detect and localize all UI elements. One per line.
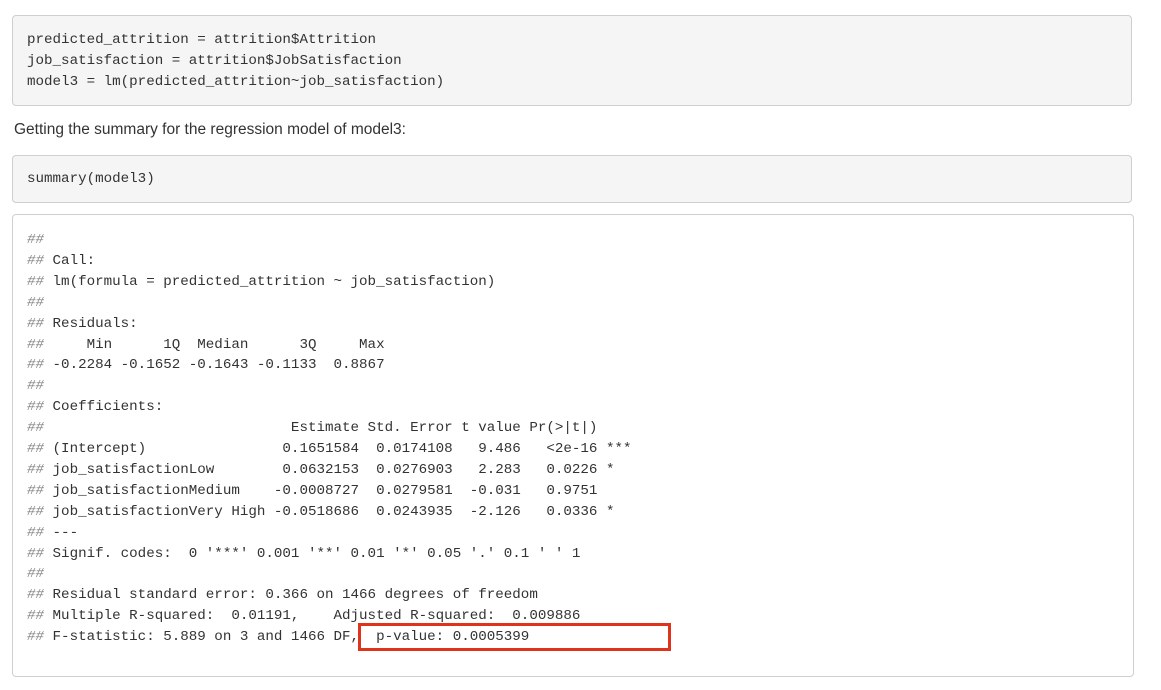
output-comment-prefix: ##	[27, 336, 45, 353]
output-comment-prefix: ##	[27, 441, 45, 457]
output-line-text: (Intercept) 0.1651584 0.0174108 9.486 <2…	[44, 441, 632, 457]
output-line: ##	[27, 230, 44, 250]
output-line-text: Min 1Q Median 3Q Max	[44, 336, 394, 353]
output-line: ## job_satisfactionMedium -0.0008727 0.0…	[27, 481, 632, 501]
output-comment-prefix: ##	[27, 587, 45, 604]
notebook-page: predicted_attrition = attrition$Attritio…	[0, 0, 1161, 690]
output-line-text: Multiple R-squared: 0.01191, Adjusted R-…	[44, 608, 589, 625]
output-comment-prefix: ##	[27, 461, 45, 478]
output-line: ## job_satisfactionLow 0.0632153 0.02769…	[27, 460, 632, 480]
regression-output-block: ## ## Call: ## lm(formula = predicted_attr…	[12, 214, 1134, 677]
output-line: ## Residual standard error: 0.366 on 146…	[27, 585, 538, 605]
output-line-text: job_satisfactionVery High -0.0518686 0.0…	[44, 503, 632, 520]
output-line: ## Coefficients:	[27, 397, 163, 417]
output-line-text: Residuals:	[44, 315, 138, 332]
output-line-text: -0.2284 -0.1652 -0.1643 -0.1133 0.8867	[44, 357, 394, 374]
code-block-summary[interactable]: summary(model3)	[12, 155, 1132, 203]
output-comment-prefix: ##	[27, 252, 45, 269]
output-comment-prefix: ##	[27, 482, 45, 499]
code-line: summary(model3)	[27, 171, 155, 187]
output-line-text: lm(formula = predicted_attrition ~ job_s…	[44, 273, 496, 290]
output-comment-prefix: ##	[27, 545, 45, 562]
output-line-text: Residual standard error: 0.366 on 1466 d…	[44, 587, 538, 604]
output-line-text: job_satisfactionLow 0.0632153 0.0276903 …	[44, 461, 632, 478]
output-line: ##	[27, 376, 44, 396]
code-line: model3 = lm(predicted_attrition~job_sati…	[27, 74, 445, 90]
output-line: ## job_satisfactionVery High -0.0518686 …	[27, 502, 632, 522]
output-comment-prefix: ##	[27, 503, 45, 520]
output-line: ## ---	[27, 523, 78, 543]
output-comment-prefix: ##	[27, 294, 45, 311]
output-line: ##	[27, 564, 44, 584]
output-comment-prefix: ##	[27, 608, 45, 625]
code-line: job_satisfaction = attrition$JobSatisfac…	[27, 53, 402, 69]
output-line-text: Signif. codes: 0 '***' 0.001 '**' 0.01 '…	[44, 545, 581, 562]
output-comment-prefix: ##	[27, 629, 45, 646]
output-line: ## Call:	[27, 251, 95, 271]
code-line: predicted_attrition = attrition$Attritio…	[27, 32, 377, 48]
output-comment-prefix: ##	[27, 273, 45, 290]
output-comment-prefix: ##	[27, 357, 45, 374]
output-line: ## Estimate Std. Error t value Pr(>|t|)	[27, 418, 632, 438]
output-line-text: Call:	[44, 252, 96, 269]
output-line-text: Estimate Std. Error t value Pr(>|t|)	[44, 420, 632, 437]
output-comment-prefix: ##	[27, 524, 45, 541]
output-comment-prefix: ##	[27, 420, 45, 437]
output-comment-prefix: ##	[27, 232, 45, 248]
output-line-text: ---	[44, 524, 79, 541]
output-line: ##	[27, 293, 44, 313]
output-line: ## Residuals:	[27, 314, 138, 334]
output-comment-prefix: ##	[27, 378, 45, 395]
output-line: ## -0.2284 -0.1652 -0.1643 -0.1133 0.886…	[27, 355, 393, 375]
output-comment-prefix: ##	[27, 399, 45, 416]
output-line: ## lm(formula = predicted_attrition ~ jo…	[27, 272, 495, 292]
output-comment-prefix: ##	[27, 315, 45, 332]
description-text: Getting the summary for the regression m…	[14, 121, 406, 138]
output-comment-prefix: ##	[27, 566, 45, 583]
highlight-box-adjusted-r-squared	[358, 623, 671, 651]
code-block-attrition-model[interactable]: predicted_attrition = attrition$Attritio…	[12, 15, 1132, 106]
output-line-text: Coefficients:	[44, 399, 164, 416]
output-line: ## Signif. codes: 0 '***' 0.001 '**' 0.0…	[27, 544, 580, 564]
output-line-text: job_satisfactionMedium -0.0008727 0.0279…	[44, 482, 632, 499]
output-line: ## (Intercept) 0.1651584 0.0174108 9.486…	[27, 439, 632, 459]
output-line: ## Min 1Q Median 3Q Max	[27, 335, 393, 355]
